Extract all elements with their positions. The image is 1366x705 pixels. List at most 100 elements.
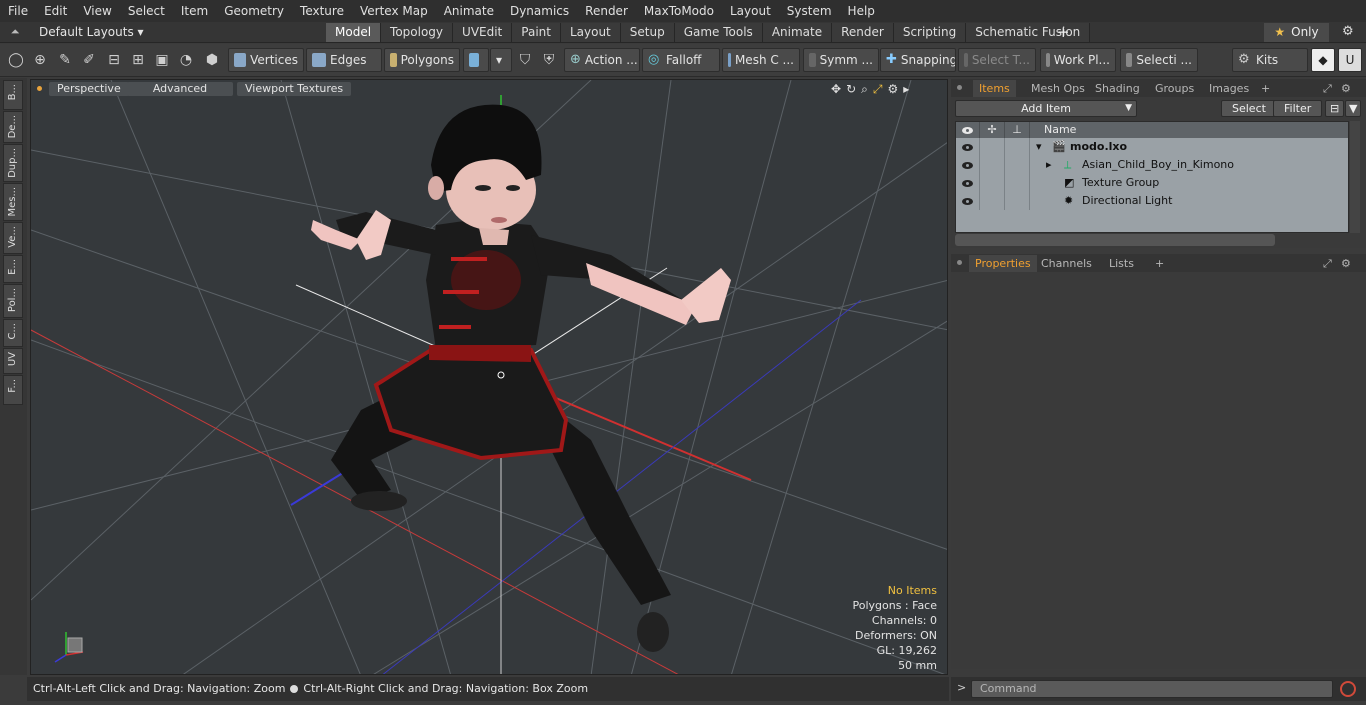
add-panel-tab-button[interactable]: +: [1255, 80, 1276, 97]
left-tab-basic[interactable]: B...: [3, 80, 23, 110]
add-panel-tab-button[interactable]: +: [1149, 255, 1170, 272]
shield-icon[interactable]: ⛨: [539, 50, 559, 70]
tab-game-tools[interactable]: Game Tools: [674, 23, 763, 42]
left-tab-vertex[interactable]: Ve...: [3, 222, 23, 254]
tab-mesh-ops[interactable]: Mesh Ops: [1025, 80, 1091, 97]
brush-icon[interactable]: ✐: [79, 50, 99, 70]
filter-button[interactable]: Filter: [1273, 100, 1323, 117]
rotate-icon[interactable]: ↻: [846, 82, 856, 97]
left-tab-duplicate[interactable]: Dup...: [3, 144, 23, 182]
tree-row-scene[interactable]: ▾ 🎬 modo.lxo: [956, 138, 1348, 156]
tab-groups[interactable]: Groups: [1149, 80, 1200, 97]
box-icon[interactable]: ▣: [152, 50, 172, 70]
pen-icon[interactable]: ✎: [55, 50, 75, 70]
tab-channels[interactable]: Channels: [1035, 255, 1098, 272]
collapse-icon[interactable]: ⊟: [1325, 100, 1345, 117]
panel-gear-icon[interactable]: ⚙: [1335, 80, 1357, 97]
tree-row-light[interactable]: ✹ Directional Light: [956, 192, 1348, 210]
visibility-toggle[interactable]: [956, 174, 980, 192]
globe-icon[interactable]: ⊕: [30, 50, 50, 70]
menu-geometry[interactable]: Geometry: [216, 0, 292, 22]
panel-options-icon[interactable]: [957, 260, 962, 265]
left-tab-fusion[interactable]: F...: [3, 375, 23, 405]
unreal-icon[interactable]: U: [1338, 48, 1362, 72]
mesh-constraint-button[interactable]: Mesh C ...: [722, 48, 800, 72]
tab-scripting[interactable]: Scripting: [893, 23, 967, 42]
action-center-button[interactable]: ⊕ Action ...: [564, 48, 640, 72]
edges-button[interactable]: Edges: [306, 48, 382, 72]
visibility-toggle[interactable]: [956, 138, 980, 156]
view-mode-button[interactable]: Perspective: [49, 82, 129, 96]
menu-system[interactable]: System: [779, 0, 840, 22]
tab-items[interactable]: Items: [973, 80, 1016, 97]
select-through-button[interactable]: Select T...: [958, 48, 1036, 72]
viewport-textures-button[interactable]: Viewport Textures: [237, 82, 352, 96]
expand-arrow-icon[interactable]: ▸: [1046, 156, 1052, 174]
falloff-button[interactable]: ◎ Falloff: [642, 48, 720, 72]
zoom-icon[interactable]: ⌕: [861, 82, 868, 97]
menu-select[interactable]: Select: [120, 0, 173, 22]
only-toggle[interactable]: ★ Only: [1264, 23, 1329, 42]
add-tab-button[interactable]: +: [1057, 22, 1070, 42]
gear-icon[interactable]: ⚙: [1342, 24, 1354, 39]
tree-row-texture-group[interactable]: ◩ Texture Group: [956, 174, 1348, 192]
funnel-icon[interactable]: ▼: [1345, 100, 1362, 117]
select-button[interactable]: Select: [1221, 100, 1277, 117]
expand-arrow-icon[interactable]: ▾: [1036, 138, 1042, 156]
circle-select-icon[interactable]: ◯: [6, 50, 26, 70]
mode-dropdown[interactable]: ▾: [490, 48, 512, 72]
tree-vertical-scrollbar[interactable]: [1350, 121, 1360, 233]
command-input[interactable]: Command: [971, 680, 1333, 698]
tab-render[interactable]: Render: [832, 23, 894, 42]
work-plane-button[interactable]: Work Pl...: [1040, 48, 1116, 72]
menu-dynamics[interactable]: Dynamics: [502, 0, 577, 22]
menu-help[interactable]: Help: [840, 0, 883, 22]
tab-setup[interactable]: Setup: [620, 23, 675, 42]
panel-gear-icon[interactable]: ⚙: [1335, 255, 1357, 272]
viewport-gear-icon[interactable]: ⚙: [887, 82, 898, 97]
tab-lists[interactable]: Lists: [1103, 255, 1140, 272]
kits-button[interactable]: ⚙ Kits: [1232, 48, 1308, 72]
tab-schematic-fusion[interactable]: Schematic Fusion: [966, 23, 1091, 42]
visibility-toggle[interactable]: [956, 156, 980, 174]
tab-shading[interactable]: Shading: [1089, 80, 1146, 97]
menu-render[interactable]: Render: [577, 0, 636, 22]
menu-texture[interactable]: Texture: [292, 0, 352, 22]
menu-file[interactable]: File: [0, 0, 36, 22]
visibility-column[interactable]: [956, 122, 980, 138]
visibility-toggle[interactable]: [956, 192, 980, 210]
center-icon[interactable]: ⊞: [128, 50, 148, 70]
menu-view[interactable]: View: [75, 0, 119, 22]
viewport-menu-arrow-icon[interactable]: ▸: [903, 82, 909, 97]
lock-column[interactable]: ✢: [980, 122, 1005, 138]
command-history-arrow-icon[interactable]: >: [957, 681, 966, 694]
left-tab-curve[interactable]: C...: [3, 319, 23, 347]
unity-icon[interactable]: ◆: [1311, 48, 1335, 72]
symmetry-shield-icon[interactable]: ⛉: [515, 50, 535, 70]
panel-options-icon[interactable]: [957, 85, 962, 90]
item-mode-icon[interactable]: ⬢: [202, 50, 222, 70]
clock-icon[interactable]: ◔: [176, 50, 196, 70]
tab-paint[interactable]: Paint: [512, 23, 561, 42]
vertices-button[interactable]: Vertices: [228, 48, 304, 72]
align-icon[interactable]: ⊟: [104, 50, 124, 70]
tab-properties[interactable]: Properties: [969, 255, 1037, 272]
left-tab-mesh-edit[interactable]: Mes...: [3, 183, 23, 221]
record-icon[interactable]: [1340, 681, 1356, 697]
viewport-options-icon[interactable]: [37, 86, 42, 91]
menu-animate[interactable]: Animate: [436, 0, 502, 22]
menu-edit[interactable]: Edit: [36, 0, 75, 22]
layout-selector[interactable]: Default Layouts ▾: [39, 22, 144, 42]
left-tab-deform[interactable]: De...: [3, 111, 23, 143]
tree-horizontal-scrollbar[interactable]: [955, 234, 1275, 246]
shading-mode-button[interactable]: Advanced: [127, 82, 233, 96]
maximize-icon[interactable]: ⤢: [873, 82, 883, 97]
selection-sets-button[interactable]: Selecti ...: [1120, 48, 1198, 72]
tab-layout[interactable]: Layout: [560, 23, 621, 42]
snapping-button[interactable]: ✚ Snapping: [880, 48, 956, 72]
menu-maxtomodo[interactable]: MaxToModo: [636, 0, 722, 22]
tab-uvedit[interactable]: UVEdit: [453, 23, 513, 42]
tree-row-mesh[interactable]: ▸ ⟂ Asian_Child_Boy_in_Kimono: [956, 156, 1348, 174]
add-item-button[interactable]: Add Item ▼: [955, 100, 1137, 117]
tab-topology[interactable]: Topology: [381, 23, 454, 42]
